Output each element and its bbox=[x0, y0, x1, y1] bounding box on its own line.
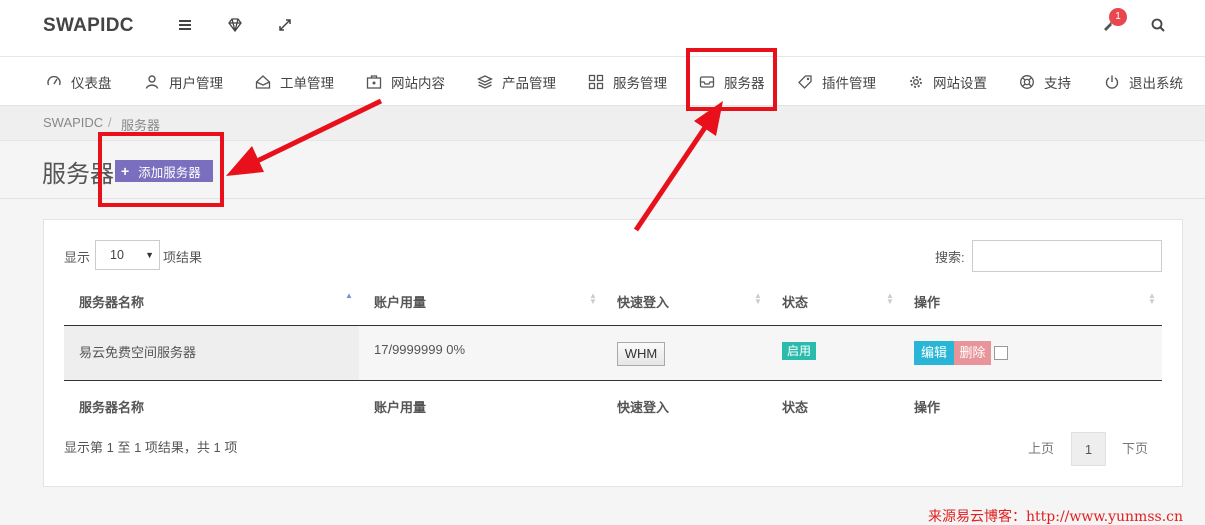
nav-item-servers[interactable]: 服务器 bbox=[699, 57, 765, 106]
results-label: 项结果 bbox=[163, 250, 203, 265]
nav-item-label: 仪表盘 bbox=[71, 75, 112, 91]
add-server-label: 添加服务器 bbox=[138, 165, 201, 180]
col-footer-login: 快速登入 bbox=[617, 400, 670, 415]
search-input[interactable] bbox=[972, 240, 1162, 272]
nav-item-support[interactable]: 支持 bbox=[1019, 57, 1071, 106]
sort-icon[interactable]: ▲ ▼ bbox=[754, 292, 762, 306]
page-1-button[interactable]: 1 bbox=[1071, 432, 1106, 466]
tag-icon bbox=[797, 74, 813, 90]
col-footer-status: 状态 bbox=[782, 400, 809, 415]
next-page-button[interactable]: 下页 bbox=[1114, 432, 1156, 466]
nav-item-users[interactable]: 用户管理 bbox=[144, 57, 223, 106]
nav-item-label: 用户管理 bbox=[169, 75, 223, 91]
table-info: 显示第 1 至 1 项结果，共 1 项 bbox=[64, 440, 238, 455]
layers-icon bbox=[477, 74, 493, 90]
gear-icon bbox=[908, 74, 924, 90]
nav-item-label: 服务管理 bbox=[613, 75, 667, 91]
nav-item-logout[interactable]: 退出系统 bbox=[1104, 57, 1183, 106]
search-label: 搜索: bbox=[935, 250, 965, 265]
breadcrumb-current: 服务器 bbox=[121, 118, 161, 133]
grid-icon bbox=[588, 74, 604, 90]
nav-item-dashboard[interactable]: 仪表盘 bbox=[46, 57, 112, 106]
arrow-shaft-to-servers-nav bbox=[633, 124, 709, 232]
nav-item-settings[interactable]: 网站设置 bbox=[908, 57, 987, 106]
content-icon bbox=[366, 74, 382, 90]
col-header-usage[interactable]: 账户用量 bbox=[374, 292, 426, 311]
page-length-value: 10 bbox=[110, 248, 124, 262]
nav-item-label: 退出系统 bbox=[1129, 75, 1183, 91]
col-footer-usage: 账户用量 bbox=[374, 400, 427, 415]
breadcrumb-separator: / bbox=[108, 115, 112, 130]
main-nav: 仪表盘 用户管理 工单管理 网站内容 产品管理 服务管理 服务器 插件管理 网站… bbox=[0, 57, 1205, 106]
show-label: 显示 bbox=[64, 250, 91, 265]
nav-item-tickets[interactable]: 工单管理 bbox=[255, 57, 334, 106]
support-icon bbox=[1019, 74, 1035, 90]
menu-icon[interactable] bbox=[176, 16, 194, 34]
table-footer-border bbox=[64, 380, 1162, 381]
status-badge: 启用 bbox=[782, 342, 817, 360]
breadcrumb-home[interactable]: SWAPIDC bbox=[43, 115, 103, 130]
power-icon bbox=[1104, 74, 1120, 90]
fullscreen-icon[interactable] bbox=[276, 16, 294, 34]
sort-asc-icon[interactable]: ▲ bbox=[345, 292, 353, 300]
ticket-icon bbox=[255, 74, 271, 90]
diamond-icon[interactable] bbox=[226, 16, 244, 34]
nav-item-label: 服务器 bbox=[724, 75, 765, 91]
search-icon[interactable] bbox=[1149, 16, 1167, 34]
caret-down-icon: ▼ bbox=[145, 250, 154, 260]
col-header-name[interactable]: 服务器名称 bbox=[79, 292, 144, 311]
notification-badge: 1 bbox=[1109, 8, 1127, 26]
server-table-panel: 显示 10 ▼ 项结果 搜索: 服务器名称 ▲ 账户用量 ▲ ▼ 快速登入 ▲ ▼ … bbox=[43, 219, 1183, 487]
top-bar: SWAPIDC 1 bbox=[0, 0, 1205, 57]
col-header-actions[interactable]: 操作 bbox=[914, 292, 940, 311]
watermark: 来源易云博客：http://www.yunmss.cn bbox=[928, 509, 1184, 525]
col-footer-name: 服务器名称 bbox=[79, 400, 145, 415]
header-divider bbox=[0, 198, 1205, 199]
inbox-icon bbox=[699, 74, 715, 90]
page-length-select[interactable]: 10 ▼ bbox=[95, 240, 160, 270]
usage-cell: 17/9999999 0% bbox=[374, 342, 466, 357]
brand-logo[interactable]: SWAPIDC bbox=[43, 15, 134, 37]
nav-item-label: 产品管理 bbox=[502, 75, 556, 91]
server-name-cell: 易云免费空间服务器 bbox=[79, 345, 197, 360]
add-server-button[interactable]: + 添加服务器 bbox=[115, 160, 213, 182]
arrow-head-to-add-button bbox=[226, 146, 264, 176]
dashboard-icon bbox=[46, 74, 62, 90]
delete-button[interactable]: 删除 bbox=[954, 341, 991, 365]
page-title: 服务器 bbox=[42, 161, 114, 188]
nav-item-services[interactable]: 服务管理 bbox=[588, 57, 667, 106]
user-icon bbox=[144, 74, 160, 90]
nav-item-content[interactable]: 网站内容 bbox=[366, 57, 445, 106]
sort-icon[interactable]: ▲ ▼ bbox=[1148, 292, 1156, 306]
plus-icon: + bbox=[121, 163, 130, 179]
col-footer-actions: 操作 bbox=[914, 400, 941, 415]
nav-item-label: 网站内容 bbox=[391, 75, 445, 91]
prev-page-button[interactable]: 上页 bbox=[1020, 432, 1062, 466]
breadcrumb: SWAPIDC / 服务器 bbox=[0, 106, 1205, 141]
nav-item-label: 支持 bbox=[1044, 75, 1071, 91]
row-checkbox[interactable] bbox=[994, 346, 1008, 360]
edit-button[interactable]: 编辑 bbox=[914, 341, 954, 365]
nav-item-label: 工单管理 bbox=[280, 75, 334, 91]
nav-item-label: 网站设置 bbox=[933, 75, 987, 91]
nav-item-products[interactable]: 产品管理 bbox=[477, 57, 556, 106]
whm-login-button[interactable]: WHM bbox=[617, 342, 665, 366]
nav-item-plugins[interactable]: 插件管理 bbox=[797, 57, 876, 106]
col-header-status[interactable]: 状态 bbox=[782, 292, 808, 311]
col-header-login[interactable]: 快速登入 bbox=[617, 292, 669, 311]
sort-icon[interactable]: ▲ ▼ bbox=[886, 292, 894, 306]
sort-icon[interactable]: ▲ ▼ bbox=[589, 292, 597, 306]
nav-item-label: 插件管理 bbox=[822, 75, 876, 91]
